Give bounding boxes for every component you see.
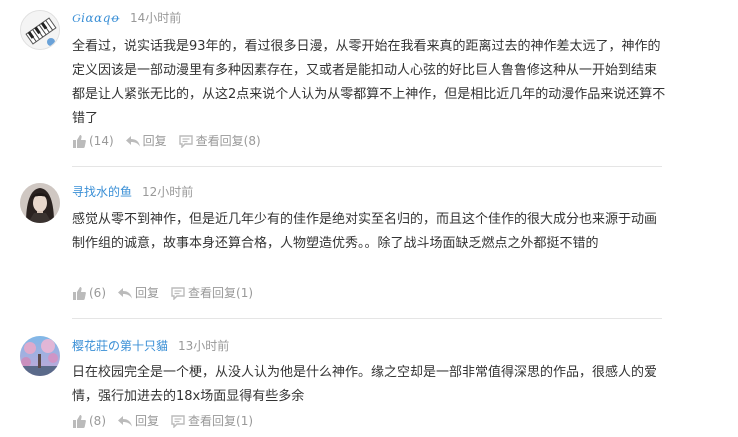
comment-actions: (14) 回复 查看回复(8) (72, 132, 273, 150)
reply-label: 回复 (142, 134, 167, 148)
divider (72, 166, 662, 167)
thumbs-up-icon (73, 134, 86, 148)
avatar[interactable] (20, 183, 60, 223)
thumbs-up-icon (73, 286, 86, 300)
username-link[interactable]: Ԍiɑɑqꝋ (72, 11, 120, 25)
view-replies-label: 查看回复(1) (188, 414, 254, 428)
reply-button[interactable]: 回复 (118, 412, 159, 430)
comment-bubble-icon (171, 286, 185, 300)
reply-arrow-icon (125, 136, 140, 147)
like-count: (8) (89, 414, 106, 428)
view-replies-button[interactable]: 查看回复(1) (171, 412, 253, 430)
like-button[interactable]: (6) (72, 284, 106, 302)
reply-button[interactable]: 回复 (118, 284, 159, 302)
username-link[interactable]: 寻找水的鱼 (72, 185, 132, 199)
comment-meta: 樱花莊の第十只貓 13小时前 (72, 337, 229, 355)
comment-actions: (8) 回复 查看回复(1) (72, 412, 265, 430)
reply-arrow-icon (118, 416, 132, 427)
comment-actions: (6) 回复 查看回复(1) (72, 284, 265, 302)
comment-bubble-icon (171, 414, 185, 428)
view-replies-label: 查看回复(1) (188, 286, 254, 300)
timestamp: 13小时前 (178, 339, 230, 353)
comment-meta: 寻找水的鱼 12小时前 (72, 183, 193, 201)
view-replies-button[interactable]: 查看回复(8) (178, 132, 261, 150)
reply-button[interactable]: 回复 (125, 132, 167, 150)
like-button[interactable]: (8) (72, 412, 106, 430)
username-link[interactable]: 樱花莊の第十只貓 (72, 339, 168, 353)
avatar-image (21, 11, 59, 49)
reply-arrow-icon (118, 288, 132, 299)
like-count: (6) (89, 286, 106, 300)
avatar-image (20, 336, 60, 376)
divider (72, 318, 662, 319)
avatar[interactable] (20, 10, 60, 50)
thumbs-up-icon (73, 414, 86, 428)
timestamp: 14小时前 (129, 11, 182, 25)
comment-meta: Ԍiɑɑqꝋ 14小时前 (72, 9, 181, 27)
reply-label: 回复 (135, 286, 160, 300)
view-replies-button[interactable]: 查看回复(1) (171, 284, 253, 302)
comment-bubble-icon (178, 134, 193, 148)
avatar[interactable] (20, 336, 60, 376)
comment-text: 日在校园完全是一个梗，从没人认为他是什么神作。缘之空却是一部非常值得深思的作品，… (72, 365, 658, 404)
view-replies-label: 查看回复(8) (195, 134, 261, 148)
comment-text: 全看过，说实话我是93年的，看过很多日漫，从零开始在我看来真的距离过去的神作差太… (72, 39, 666, 126)
comment-text: 感觉从零不到神作，但是近几年少有的佳作是绝对实至名归的，而且这个佳作的很大成分也… (72, 212, 658, 251)
like-button[interactable]: (14) (72, 132, 114, 150)
like-count: (14) (89, 134, 114, 148)
reply-label: 回复 (135, 414, 160, 428)
timestamp: 12小时前 (142, 185, 194, 199)
avatar-image (20, 183, 60, 223)
